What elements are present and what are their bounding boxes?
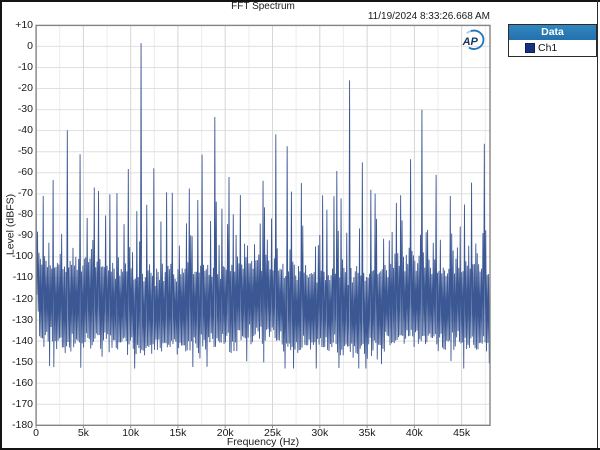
x-tick-label: 5k bbox=[77, 427, 89, 439]
legend-row[interactable]: Ch1 bbox=[509, 40, 596, 56]
x-tick-label: 35k bbox=[358, 427, 376, 439]
y-tick-label: -30 bbox=[17, 103, 33, 116]
legend-swatch-ch1 bbox=[525, 43, 535, 53]
legend-label-ch1: Ch1 bbox=[538, 42, 558, 54]
y-tick-label: -170 bbox=[11, 397, 33, 410]
y-tick-label: -120 bbox=[11, 292, 33, 305]
y-tick-label: -100 bbox=[11, 250, 33, 263]
x-tick-label: 45k bbox=[453, 427, 471, 439]
ap-logo-text: AP bbox=[462, 36, 479, 48]
panel-frame-top bbox=[0, 0, 600, 2]
grid-major-vertical bbox=[82, 25, 463, 426]
y-tick-label: -150 bbox=[11, 355, 33, 368]
y-tick-label: -50 bbox=[17, 145, 33, 158]
timestamp: 11/19/2024 8:33:26.668 AM bbox=[367, 11, 490, 22]
x-tick-label: 30k bbox=[311, 427, 329, 439]
y-tick-label: -60 bbox=[17, 166, 33, 179]
y-tick-label: +10 bbox=[15, 18, 33, 31]
y-tick-label: -130 bbox=[11, 313, 33, 326]
y-tick-label: -40 bbox=[17, 124, 33, 137]
fft-spectrum-panel: AP FFT Spectrum 11/19/2024 8:33:26.668 A… bbox=[0, 0, 600, 450]
ap-logo: AP bbox=[462, 29, 485, 50]
legend-header[interactable]: Data bbox=[509, 25, 596, 40]
panel-frame-left bbox=[0, 0, 2, 450]
y-tick-label: -80 bbox=[17, 208, 33, 221]
y-tick-label: -20 bbox=[17, 82, 33, 95]
x-tick-label: 10k bbox=[122, 427, 140, 439]
y-tick-label: -10 bbox=[17, 60, 33, 73]
y-tick-label: -90 bbox=[17, 229, 33, 242]
y-tick-label: -180 bbox=[11, 418, 33, 431]
x-tick-label: 40k bbox=[405, 427, 423, 439]
x-tick-label: 25k bbox=[264, 427, 281, 439]
x-tick-label: 15k bbox=[169, 427, 187, 439]
legend-box[interactable]: Data Ch1 bbox=[508, 24, 597, 57]
y-tick-label: -140 bbox=[11, 334, 33, 347]
y-tick-label: 0 bbox=[27, 39, 33, 52]
y-tick-label: -110 bbox=[12, 271, 33, 284]
y-tick-label: -160 bbox=[11, 376, 33, 389]
plot-canvas: AP bbox=[35, 24, 491, 429]
y-tick-label: -70 bbox=[17, 187, 33, 200]
x-tick-label: 20k bbox=[216, 427, 234, 439]
panel-frame-right bbox=[596, 0, 599, 450]
